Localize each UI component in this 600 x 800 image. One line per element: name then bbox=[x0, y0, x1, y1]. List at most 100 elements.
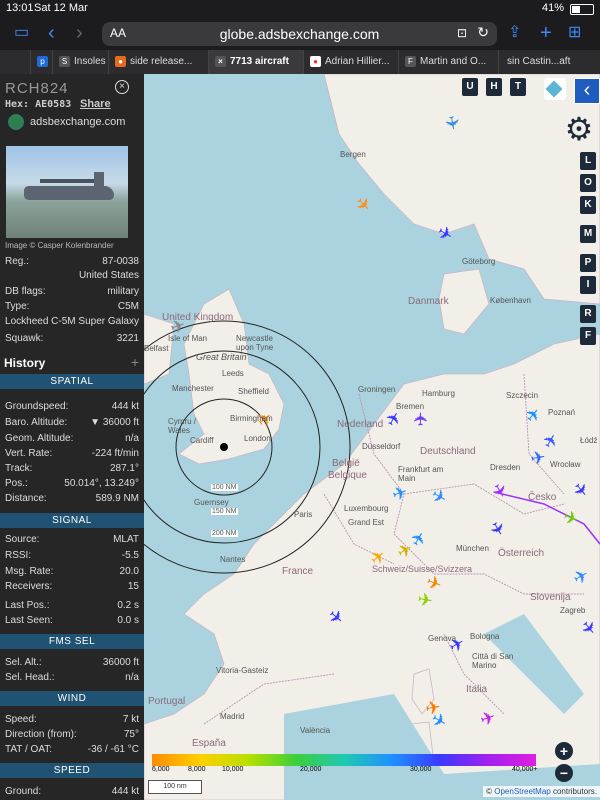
last-pos-row: Last Pos.: 0.2 s bbox=[5, 600, 139, 611]
aircraft-photo[interactable] bbox=[6, 146, 128, 238]
adsbexchange-link[interactable]: adsbexchange.com bbox=[8, 114, 125, 130]
browser-toolbar: ▭ ‹ › AA globe.adsbexchange.com ⊡ ↻ ⇪ + … bbox=[0, 18, 600, 50]
place-label: Paris bbox=[294, 510, 313, 519]
last-seen-row: Last Seen: 0.0 s bbox=[5, 615, 139, 626]
reg-row: Reg.: 87-0038 bbox=[5, 256, 139, 267]
squawk-row: Squawk: 3221 bbox=[5, 333, 139, 344]
country-label: Danmark bbox=[408, 296, 449, 307]
place-label: Cardiff bbox=[190, 436, 214, 445]
wind-direction-row: Direction (from): 75° bbox=[5, 729, 139, 740]
country-label: España bbox=[192, 738, 226, 749]
url-host[interactable]: globe.adsbexchange.com bbox=[102, 26, 497, 42]
section-signal: SIGNAL bbox=[0, 513, 144, 528]
tab-side-release[interactable]: ● side release... bbox=[108, 50, 209, 74]
share-link[interactable]: Share bbox=[80, 98, 111, 110]
place-label: Belfast bbox=[144, 344, 169, 353]
share-icon[interactable]: ⇪ bbox=[508, 22, 521, 44]
place-label: Göteborg bbox=[462, 257, 496, 266]
tab-adrian[interactable]: ● Adrian Hillier... bbox=[303, 50, 399, 74]
place-label: Grand Est bbox=[348, 518, 385, 527]
country-label: Portugal bbox=[148, 696, 186, 707]
country-label: United Kingdom bbox=[162, 312, 234, 323]
toggle-m-button[interactable]: M bbox=[580, 225, 596, 243]
toggle-r-button[interactable]: R bbox=[580, 305, 596, 323]
battery-icon bbox=[570, 4, 594, 15]
legend-label: 8,000 bbox=[188, 766, 206, 773]
close-icon[interactable]: × bbox=[115, 80, 129, 94]
place-label: Manchester bbox=[172, 384, 214, 393]
country-label: Deutschland bbox=[420, 446, 476, 457]
history-add-button[interactable]: + bbox=[131, 354, 139, 370]
place-label: Dresden bbox=[490, 463, 521, 472]
place-label: València bbox=[300, 726, 331, 735]
range-label: 100 NM bbox=[211, 484, 238, 491]
status-date: Sat 12 Mar bbox=[34, 2, 88, 14]
openstreetmap-link[interactable]: OpenStreetMap bbox=[494, 787, 550, 796]
section-spatial: SPATIAL bbox=[0, 374, 144, 389]
place-label: Bologna bbox=[470, 632, 500, 641]
status-bar: 13:01 Sat 12 Mar 41% bbox=[0, 0, 600, 18]
map-view[interactable]: ✈ ✈ ✈ ✈ ✈ ✈ ✈ ✈ ✈ ✈ ✈ ✈ ✈ ✈ ✈ ✈ ✈ ✈ ✈ ✈ … bbox=[144, 74, 600, 800]
tab-strip: p SInsoles F ●side release... ×7713 airc… bbox=[0, 50, 600, 74]
toggle-i-button[interactable]: I bbox=[580, 276, 596, 294]
place-label: Bergen bbox=[340, 150, 366, 159]
place-label: Madrid bbox=[220, 712, 245, 721]
tab-casting[interactable]: sin Castin...aft bbox=[498, 50, 600, 74]
legend-label: 40,000+ bbox=[512, 766, 538, 773]
geom-altitude-row: Geom. Altitude: n/a bbox=[5, 433, 139, 444]
section-fms-sel: FMS SEL bbox=[0, 634, 144, 649]
toggle-f-button[interactable]: F bbox=[580, 327, 596, 345]
section-wind: WIND bbox=[0, 691, 144, 706]
address-bar[interactable]: AA globe.adsbexchange.com ⊡ ↻ bbox=[102, 22, 497, 46]
place-label: London bbox=[244, 434, 271, 443]
place-label: Groningen bbox=[358, 385, 396, 394]
country-label: Nederland bbox=[337, 419, 384, 430]
country-label: France bbox=[282, 566, 314, 577]
collapse-sidebar-button[interactable]: ‹ bbox=[574, 78, 600, 104]
history-heading[interactable]: History bbox=[4, 356, 45, 370]
back-button[interactable]: ‹ bbox=[48, 22, 55, 44]
tab-aircraft[interactable]: × 7713 aircraft bbox=[208, 50, 304, 74]
wind-speed-row: Speed: 7 kt bbox=[5, 714, 139, 725]
zoom-in-button[interactable]: + bbox=[555, 742, 573, 760]
legend-label: 10,000 bbox=[222, 766, 244, 773]
rssi-row: RSSI: -5.5 bbox=[5, 550, 139, 561]
new-tab-button[interactable]: + bbox=[540, 22, 552, 44]
vert-rate-row: Vert. Rate: -224 ft/min bbox=[5, 448, 139, 459]
reload-icon[interactable]: ↻ bbox=[477, 24, 489, 41]
svg-text:✈: ✈ bbox=[351, 192, 376, 217]
adsbexchange-logo-icon bbox=[8, 114, 24, 130]
toggle-o-button[interactable]: O bbox=[580, 174, 596, 192]
country-label: Österreich bbox=[498, 548, 545, 559]
tat-oat-row: TAT / OAT: -36 / -61 °C bbox=[5, 744, 139, 755]
zoom-out-button[interactable]: − bbox=[555, 764, 573, 782]
extension-icon[interactable]: ⊡ bbox=[457, 26, 467, 40]
tab-pinned[interactable]: p bbox=[30, 50, 53, 74]
baro-altitude-row: Baro. Altitude: ▼ 36000 ft bbox=[5, 417, 139, 428]
settings-gear-icon[interactable]: ⚙ bbox=[564, 113, 594, 145]
toggle-l-button[interactable]: L bbox=[580, 152, 596, 170]
sel-head-row: Sel. Head.: n/a bbox=[5, 672, 139, 683]
toggle-h-button[interactable]: H bbox=[486, 78, 502, 96]
legend-label: 30,000 bbox=[410, 766, 432, 773]
place-label: Düsseldorf bbox=[362, 442, 401, 451]
position-row: Pos.: 50.014°, 13.249° bbox=[5, 478, 139, 489]
toggle-p-button[interactable]: P bbox=[580, 254, 596, 272]
forward-button[interactable]: › bbox=[76, 22, 83, 44]
sidebar-icon[interactable]: ▭ bbox=[14, 22, 29, 44]
aircraft-info-panel: RCH824 × Hex: AE0583 Share adsbexchange.… bbox=[0, 74, 144, 800]
place-label: Birmingham bbox=[230, 414, 273, 423]
image-credit: Image © Casper Kolenbrander bbox=[5, 241, 114, 250]
toggle-k-button[interactable]: K bbox=[580, 196, 596, 214]
tab-martin[interactable]: F Martin and O... bbox=[398, 50, 499, 74]
altitude-legend bbox=[152, 754, 536, 766]
layers-icon[interactable] bbox=[544, 78, 566, 100]
place-label: Leeds bbox=[222, 369, 244, 378]
toggle-u-button[interactable]: U bbox=[462, 78, 478, 96]
svg-text:✈: ✈ bbox=[411, 411, 431, 426]
tab-overview-icon[interactable]: ⊞ bbox=[568, 22, 581, 44]
scale-bar: 100 nm bbox=[148, 780, 202, 794]
hex-code: Hex: AE0583 bbox=[5, 99, 72, 110]
tab-insoles[interactable]: SInsoles F bbox=[52, 50, 109, 74]
toggle-t-button[interactable]: T bbox=[510, 78, 526, 96]
